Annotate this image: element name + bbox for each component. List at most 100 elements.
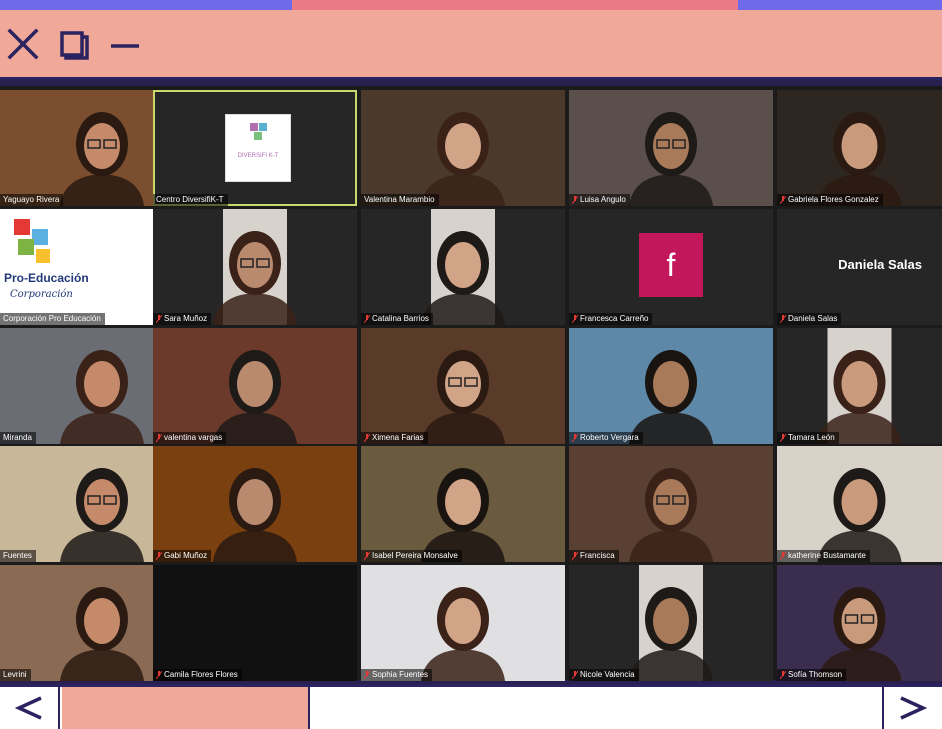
participant-tile[interactable]: Gabriela Flores Gonzalez: [777, 90, 942, 206]
video-gallery-grid: Yaguayo Rivera DIVERSIFI K-T Centro Divers…: [0, 86, 942, 681]
participant-name-label: Catalina Barrios: [361, 313, 433, 325]
participant-name: Sophia Fuentes: [372, 670, 429, 679]
participant-tile[interactable]: valentina vargas: [153, 328, 357, 444]
participant-name: Roberto Vergara: [580, 433, 639, 442]
participant-video: [629, 112, 713, 206]
participant-name-label: katherine Bustamante: [777, 550, 870, 562]
participant-name-label: Corporación Pro Educación: [0, 313, 105, 325]
participant-video: [421, 209, 505, 325]
muted-mic-icon: [572, 552, 578, 560]
participant-tile[interactable]: DIVERSIFI K-T Centro DiversifiK-T: [153, 90, 357, 206]
pro-subtitle: Corporación: [10, 289, 73, 300]
participant-tile[interactable]: Tamara León: [777, 328, 942, 444]
participant-tile[interactable]: Sophia Fuentes: [361, 565, 565, 681]
participant-tile[interactable]: Sofía Thomson: [777, 565, 942, 681]
participant-tile[interactable]: Luisa Angulo: [569, 90, 773, 206]
muted-mic-icon: [780, 196, 786, 204]
participant-name: Miranda: [3, 433, 32, 442]
muted-mic-icon: [364, 434, 370, 442]
participant-name-label: Francisca: [569, 550, 619, 562]
top-accent-segment: [292, 0, 738, 10]
participant-name: Levrini: [3, 670, 27, 679]
participant-name: Camila Flores Flores: [164, 670, 238, 679]
participant-name-label: Valentina Marambio: [361, 194, 439, 206]
diversifik-logo: DIVERSIFI K-T: [225, 114, 291, 182]
participant-name: katherine Bustamante: [788, 551, 866, 560]
participant-video: [421, 350, 505, 444]
minimize-icon: [111, 44, 139, 48]
participant-tile[interactable]: Roberto Vergara: [569, 328, 773, 444]
muted-mic-icon: [572, 671, 578, 679]
facebook-avatar-icon: f: [639, 233, 703, 297]
participant-name-label: Levrini: [0, 669, 31, 681]
top-accent-strip: [0, 0, 942, 10]
participant-name: Gabi Muñoz: [164, 551, 208, 560]
muted-mic-icon: [364, 671, 370, 679]
participant-video: [213, 468, 297, 562]
participant-tile[interactable]: Ximena Farias: [361, 328, 565, 444]
participant-name-label: Roberto Vergara: [569, 432, 643, 444]
participant-tile[interactable]: Catalina Barrios: [361, 209, 565, 325]
muted-mic-icon: [780, 315, 786, 323]
participant-name: Fuentes: [3, 551, 32, 560]
participant-tile[interactable]: Daniela Salas Daniela Salas: [777, 209, 942, 325]
participant-name-label: Fuentes: [0, 550, 36, 562]
participant-name: Sofía Thomson: [788, 670, 843, 679]
participant-name: Tamara León: [788, 433, 835, 442]
muted-mic-icon: [364, 552, 370, 560]
participant-name: Yaguayo Rivera: [3, 195, 60, 204]
maximize-icon: [60, 31, 89, 60]
participant-name: Catalina Barrios: [372, 314, 429, 323]
participant-tile[interactable]: katherine Bustamante: [777, 446, 942, 562]
participant-video: [817, 112, 902, 206]
participant-tile[interactable]: Nicole Valencia: [569, 565, 773, 681]
participant-name: Luisa Angulo: [580, 195, 626, 204]
participant-tile[interactable]: Sara Muñoz: [153, 209, 357, 325]
participant-name-label: Gabi Muñoz: [153, 550, 212, 562]
muted-mic-icon: [780, 434, 786, 442]
pro-educacion-logo: Pro-Educación Corporación: [0, 209, 106, 325]
participant-tile[interactable]: Isabel Pereira Monsalve: [361, 446, 565, 562]
window-titlebar: [0, 10, 942, 80]
gallery-navigation-bar: [0, 684, 942, 729]
participant-tile[interactable]: f Francesca Carreño: [569, 209, 773, 325]
participant-name-label: Miranda: [0, 432, 36, 444]
muted-mic-icon: [156, 315, 162, 323]
participant-video: [817, 468, 902, 562]
muted-mic-icon: [572, 196, 578, 204]
participant-name: Gabriela Flores Gonzalez: [788, 195, 879, 204]
muted-mic-icon: [156, 552, 162, 560]
participant-name: Ximena Farias: [372, 433, 424, 442]
participant-name-label: Sara Muñoz: [153, 313, 212, 325]
participant-tile[interactable]: Valentina Marambio: [361, 90, 565, 206]
participant-name-label: Francesca Carreño: [569, 313, 653, 325]
muted-mic-icon: [780, 552, 786, 560]
maximize-button[interactable]: [56, 24, 94, 64]
chevron-right-icon: [900, 696, 928, 720]
participant-name: Francesca Carreño: [580, 314, 649, 323]
minimize-button[interactable]: [106, 24, 144, 64]
participant-name: Francisca: [580, 551, 615, 560]
participant-video: [817, 328, 902, 444]
participant-name: Isabel Pereira Monsalve: [372, 551, 458, 560]
gallery-scroll-thumb[interactable]: [62, 687, 310, 729]
name-card: Daniela Salas: [838, 257, 922, 272]
muted-mic-icon: [572, 434, 578, 442]
chevron-left-icon: [14, 696, 42, 720]
participant-name: Corporación Pro Educación: [3, 314, 101, 323]
participant-tile[interactable]: Camila Flores Flores: [153, 565, 357, 681]
muted-mic-icon: [156, 671, 162, 679]
muted-mic-icon: [780, 671, 786, 679]
participant-name-label: Tamara León: [777, 432, 839, 444]
participant-video: [421, 112, 505, 206]
participant-video: [421, 587, 505, 681]
muted-mic-icon: [364, 315, 370, 323]
participant-video: [213, 209, 297, 325]
close-button[interactable]: [4, 24, 42, 64]
next-page-button[interactable]: [882, 687, 942, 729]
participant-name-label: Centro DiversifiK-T: [153, 194, 228, 206]
participant-tile[interactable]: Gabi Muñoz: [153, 446, 357, 562]
previous-page-button[interactable]: [0, 687, 60, 729]
participant-tile[interactable]: Francisca: [569, 446, 773, 562]
participant-name: valentina vargas: [164, 433, 223, 442]
